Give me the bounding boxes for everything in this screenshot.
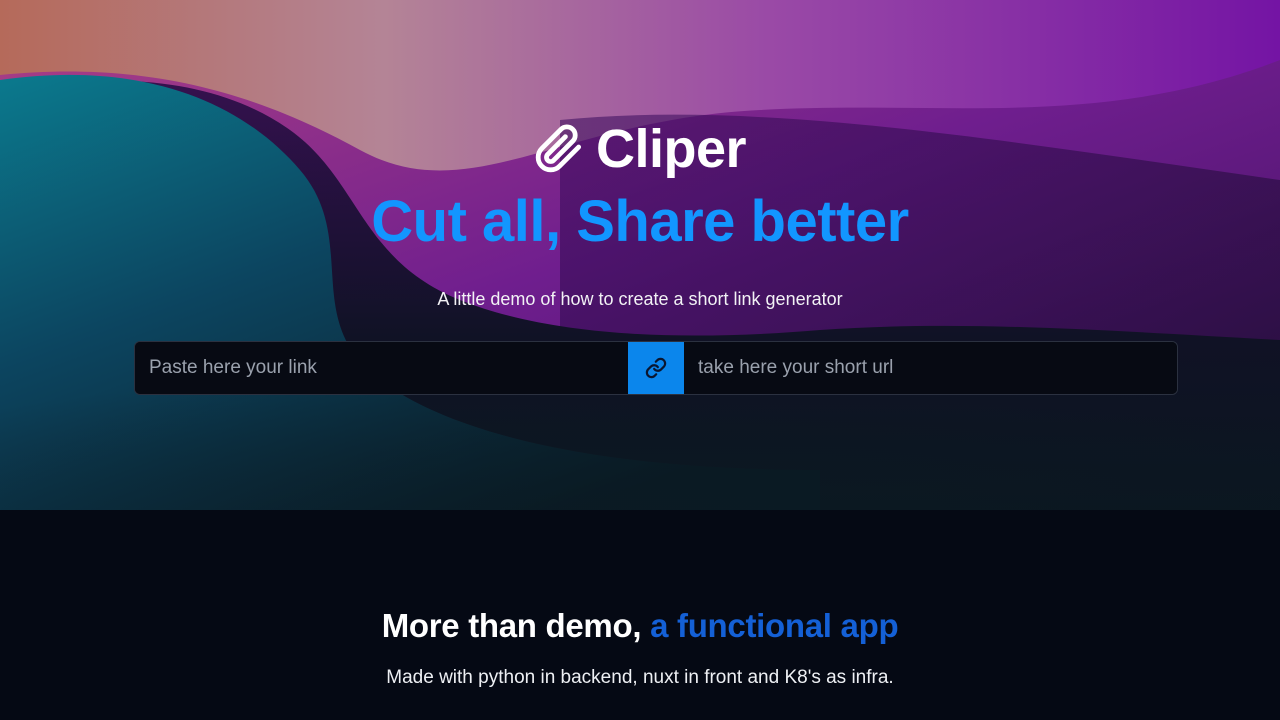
hero-section: Cliper Cut all, Share better A little de…	[0, 0, 1280, 510]
shorten-button[interactable]	[628, 342, 684, 394]
features-title: More than demo, a functional app	[0, 606, 1280, 646]
features-description: Made with python in backend, nuxt in fro…	[386, 667, 894, 688]
shortener-form	[134, 341, 1178, 395]
short-url-output[interactable]	[684, 342, 1177, 394]
link-icon	[645, 357, 667, 379]
features-section: More than demo, a functional app Made wi…	[0, 510, 1280, 720]
features-title-plain: More than demo,	[381, 607, 642, 644]
brand[interactable]: Cliper	[0, 116, 1280, 182]
link-input[interactable]	[135, 342, 628, 394]
paperclip-icon	[535, 124, 582, 173]
hero-content: Cliper Cut all, Share better A little de…	[0, 0, 1280, 510]
brand-name: Cliper	[595, 119, 747, 179]
hero-tagline: Cut all, Share better	[371, 189, 909, 254]
hero-subtitle: A little demo of how to create a short l…	[437, 289, 843, 309]
features-title-highlight: a functional app	[650, 607, 899, 644]
